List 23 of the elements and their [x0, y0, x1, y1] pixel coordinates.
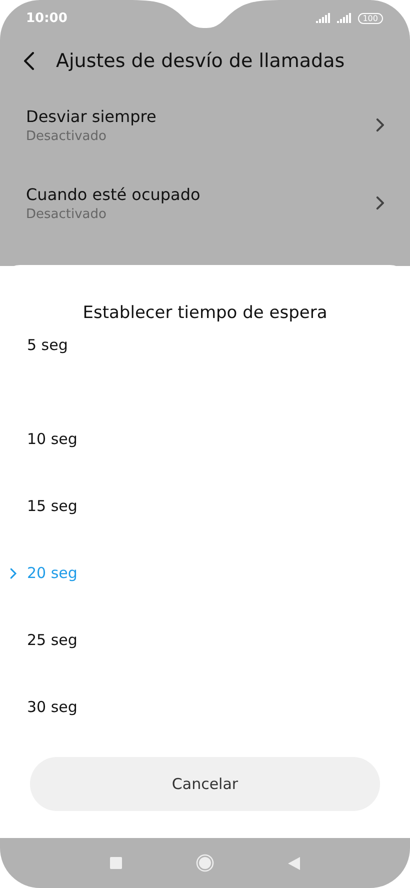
cancel-button[interactable]: Cancelar	[30, 757, 380, 811]
signal-icon	[316, 13, 332, 23]
status-time: 10:00	[26, 10, 68, 26]
signal-icon	[336, 13, 353, 23]
back-button[interactable]	[24, 52, 34, 70]
battery-icon: 100	[358, 12, 383, 24]
chevron-icon	[376, 196, 384, 210]
timeout-option[interactable]: 15 seg	[0, 472, 410, 540]
timeout-option[interactable]: 25 seg	[0, 606, 410, 674]
home-button[interactable]	[196, 854, 214, 872]
timeout-option[interactable]: 5 seg	[0, 323, 410, 367]
setting-title[interactable]: Desviar siempre	[26, 106, 156, 126]
chevron-icon	[376, 118, 384, 132]
chevron-icon	[10, 568, 17, 578]
timeout-option[interactable]: 30 seg	[0, 674, 410, 740]
setting-status: Desactivado	[26, 206, 108, 222]
timeout-option[interactable]: 10 seg	[0, 406, 410, 472]
page-title: Ajustes de desvío de llamadas	[56, 50, 345, 72]
setting-status: Desactivado	[26, 128, 108, 144]
back-nav-button[interactable]	[288, 856, 300, 870]
dialog-title: Establecer tiempo de espera	[82, 303, 328, 323]
recents-button[interactable]	[110, 857, 122, 869]
setting-title[interactable]: Cuando esté ocupado	[26, 184, 200, 204]
